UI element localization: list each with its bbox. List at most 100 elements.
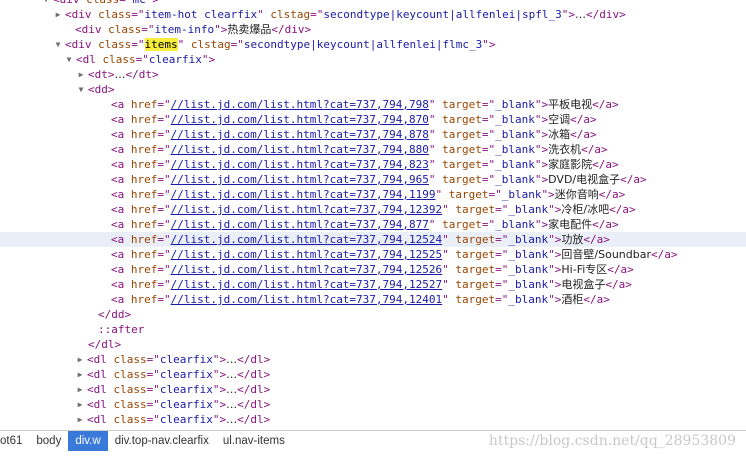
attribute-value: _blank: [508, 203, 549, 216]
dom-node-row[interactable]: <a href="//list.jd.com/list.html?cat=737…: [0, 187, 746, 202]
dom-node-row[interactable]: <a href="//list.jd.com/list.html?cat=737…: [0, 292, 746, 307]
markup-token: ">: [534, 98, 549, 111]
dom-node-row[interactable]: </dl>: [0, 337, 746, 352]
node-text: …: [226, 413, 238, 426]
expand-triangle-right-icon[interactable]: ▶: [75, 397, 85, 412]
markup-token: =": [481, 143, 496, 156]
dom-node-row[interactable]: ▶ <dl class="clearfix">…</dl>: [0, 412, 746, 427]
breadcrumb-item[interactable]: body: [29, 431, 68, 451]
markup-token: =": [157, 278, 171, 291]
link-value[interactable]: //list.jd.com/list.html?cat=737,794,1199: [171, 188, 436, 201]
markup-token: ": [442, 293, 456, 306]
node-text: 家庭影院: [548, 158, 593, 171]
dom-node-row[interactable]: ▼ <dl class="clearfix">: [0, 52, 746, 67]
markup-token: <dd>: [88, 83, 115, 96]
dom-node-row[interactable]: <a href="//list.jd.com/list.html?cat=737…: [0, 262, 746, 277]
dom-node-row[interactable]: <div class="item-info">热卖爆品</div>: [0, 22, 746, 37]
expand-triangle-down-icon[interactable]: ▼: [76, 82, 86, 97]
dom-node-row[interactable]: <a href="//list.jd.com/list.html?cat=737…: [0, 97, 746, 112]
attribute-name: target: [455, 263, 496, 276]
markup-token: ">: [548, 278, 562, 291]
breadcrumb-item[interactable]: ul.nav-items: [216, 431, 292, 451]
link-value[interactable]: //list.jd.com/list.html?cat=737,794,1252…: [171, 263, 443, 276]
markup-token: =": [230, 38, 244, 51]
expand-triangle-right-icon[interactable]: ▶: [53, 7, 63, 22]
markup-token: </dd>: [98, 308, 132, 321]
markup-token: </div>: [271, 23, 312, 36]
attribute-value: _blank: [508, 263, 549, 276]
dom-node-row[interactable]: <a href="//list.jd.com/list.html?cat=737…: [0, 127, 746, 142]
expand-triangle-right-icon[interactable]: ▶: [75, 412, 85, 427]
node-markup: <a href="//list.jd.com/list.html?cat=737…: [111, 112, 597, 127]
expand-triangle-down-icon[interactable]: ▼: [64, 52, 74, 67]
dom-node-row[interactable]: ▶ <dl class="clearfix">…</dl>: [0, 367, 746, 382]
dom-node-row[interactable]: <a href="//list.jd.com/list.html?cat=737…: [0, 247, 746, 262]
node-text: …: [226, 353, 238, 366]
expand-triangle-down-icon[interactable]: ▼: [53, 37, 63, 52]
dom-node-row[interactable]: ▶ <div class="item-hot clearfix" clstag="…: [0, 7, 746, 22]
expand-triangle-down-icon[interactable]: ▼: [41, 0, 51, 7]
node-markup: <a href="//list.jd.com/list.html?cat=737…: [111, 292, 610, 307]
node-markup: <a href="//list.jd.com/list.html?cat=737…: [111, 127, 597, 142]
markup-token: ": [442, 278, 456, 291]
node-markup: <div class="mc">: [53, 0, 159, 7]
markup-token: <dl: [76, 53, 103, 66]
link-value[interactable]: //list.jd.com/list.html?cat=737,794,1252…: [171, 278, 443, 291]
expand-triangle-right-icon[interactable]: ▶: [76, 67, 86, 82]
dom-node-row[interactable]: ▼ <div class="items" clstag="secondtype|k…: [0, 37, 746, 52]
dom-node-row[interactable]: <a href="//list.jd.com/list.html?cat=737…: [0, 142, 746, 157]
link-value[interactable]: //list.jd.com/list.html?cat=737,794,870: [171, 113, 429, 126]
node-text: 热卖爆品: [227, 23, 272, 36]
link-value[interactable]: //list.jd.com/list.html?cat=737,794,1252…: [171, 248, 443, 261]
expand-triangle-right-icon[interactable]: ▶: [75, 352, 85, 367]
dom-node-row[interactable]: <a href="//list.jd.com/list.html?cat=737…: [0, 157, 746, 172]
dom-node-row[interactable]: <a href="//list.jd.com/list.html?cat=737…: [0, 277, 746, 292]
expand-triangle-right-icon[interactable]: ▶: [75, 367, 85, 382]
attribute-value: _blank: [495, 98, 535, 111]
dom-node-row[interactable]: <a href="//list.jd.com/list.html?cat=737…: [0, 172, 746, 187]
pseudo-element: ::after: [98, 323, 145, 336]
markup-token: =": [157, 248, 171, 261]
dom-node-row[interactable]: ▼<div class="mc">: [0, 0, 746, 7]
expand-triangle-right-icon[interactable]: ▶: [75, 382, 85, 397]
link-value[interactable]: //list.jd.com/list.html?cat=737,794,878: [171, 128, 429, 141]
link-value[interactable]: //list.jd.com/list.html?cat=737,794,965: [171, 173, 429, 186]
dom-node-row[interactable]: <a href="//list.jd.com/list.html?cat=737…: [0, 232, 746, 247]
link-value[interactable]: //list.jd.com/list.html?cat=737,794,1239…: [171, 203, 443, 216]
markup-token: ">: [534, 113, 549, 126]
attribute-value: _blank: [495, 218, 535, 231]
breadcrumb-item[interactable]: div.top-nav.clearfix: [108, 431, 216, 451]
dom-node-row[interactable]: </dd>: [0, 307, 746, 322]
link-value[interactable]: //list.jd.com/list.html?cat=737,794,1240…: [171, 293, 443, 306]
dom-node-row[interactable]: ::after: [0, 322, 746, 337]
markup-token: <a: [111, 143, 131, 156]
link-value[interactable]: //list.jd.com/list.html?cat=737,794,880: [171, 143, 429, 156]
dom-node-row[interactable]: ▶ <dt>…</dt>: [0, 67, 746, 82]
link-value[interactable]: //list.jd.com/list.html?cat=737,794,877: [171, 218, 429, 231]
markup-token: </dl>: [237, 413, 271, 426]
node-markup: <a href="//list.jd.com/list.html?cat=737…: [111, 157, 619, 172]
breadcrumb-item[interactable]: div.w: [68, 431, 108, 451]
markup-token: </a>: [581, 143, 608, 156]
dom-node-row[interactable]: ▶ <dl class="clearfix">…</dl>: [0, 397, 746, 412]
link-value[interactable]: //list.jd.com/list.html?cat=737,794,1252…: [171, 233, 443, 246]
link-value[interactable]: //list.jd.com/list.html?cat=737,794,823: [171, 158, 429, 171]
dom-node-row[interactable]: ▶ <dl class="clearfix">…</dl>: [0, 382, 746, 397]
dom-node-row[interactable]: ▶ <dl class="clearfix">…</dl>: [0, 352, 746, 367]
markup-token: =": [157, 218, 171, 231]
markup-token: <div: [53, 0, 86, 6]
node-markup: <a href="//list.jd.com/list.html?cat=737…: [111, 142, 608, 157]
node-markup: <div class="item-hot clearfix" clstag="s…: [65, 7, 626, 22]
markup-token: ">: [534, 128, 549, 141]
dom-node-row[interactable]: <a href="//list.jd.com/list.html?cat=737…: [0, 217, 746, 232]
dom-node-row[interactable]: <a href="//list.jd.com/list.html?cat=737…: [0, 202, 746, 217]
markup-token: ">: [482, 38, 496, 51]
dom-node-row[interactable]: ▼ <dd>: [0, 82, 746, 97]
attribute-name: href: [130, 248, 158, 261]
elements-tree[interactable]: ▼<div class="mc">▶<div class="item-hot c…: [0, 0, 746, 430]
dom-node-row[interactable]: <a href="//list.jd.com/list.html?cat=737…: [0, 112, 746, 127]
markup-token: </dl>: [88, 338, 122, 351]
breadcrumb-item[interactable]: ot61: [0, 431, 29, 451]
attribute-name: clstag: [190, 38, 231, 51]
link-value[interactable]: //list.jd.com/list.html?cat=737,794,798: [171, 98, 429, 111]
